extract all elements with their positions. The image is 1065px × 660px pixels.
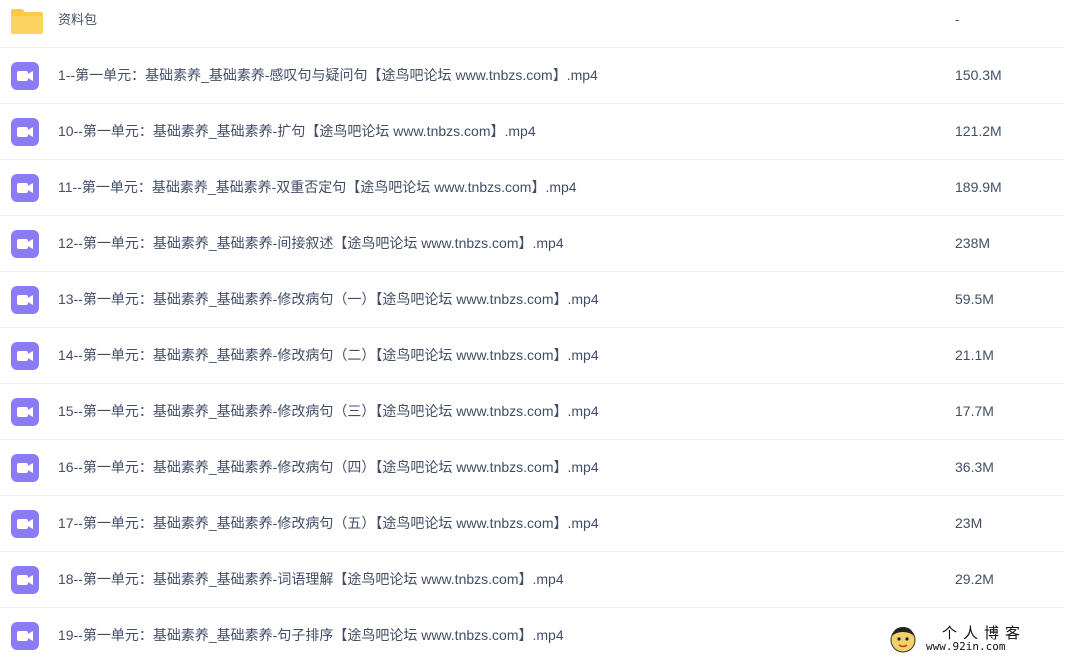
watermark-url: www.92in.com [926, 640, 1006, 653]
file-row[interactable]: 18--第一单元：基础素养_基础素养-词语理解【途鸟吧论坛 www.tnbzs.… [0, 552, 1065, 608]
file-row[interactable]: 16--第一单元：基础素养_基础素养-修改病句（四）【途鸟吧论坛 www.tnb… [0, 440, 1065, 496]
file-size: 59.5M [955, 291, 994, 307]
file-name: 1--第一单元：基础素养_基础素养-感叹句与疑问句【途鸟吧论坛 www.tnbz… [58, 67, 598, 83]
video-file-icon [11, 286, 39, 314]
file-row[interactable]: 11--第一单元：基础素养_基础素养-双重否定句【途鸟吧论坛 www.tnbzs… [0, 160, 1065, 216]
video-file-icon [11, 118, 39, 146]
file-row[interactable]: 1--第一单元：基础素养_基础素养-感叹句与疑问句【途鸟吧论坛 www.tnbz… [0, 48, 1065, 104]
video-file-icon [11, 62, 39, 90]
video-file-icon [11, 398, 39, 426]
file-name: 11--第一单元：基础素养_基础素养-双重否定句【途鸟吧论坛 www.tnbzs… [58, 179, 577, 195]
video-file-icon [11, 342, 39, 370]
file-row[interactable]: 15--第一单元：基础素养_基础素养-修改病句（三）【途鸟吧论坛 www.tnb… [0, 384, 1065, 440]
folder-row[interactable]: 资料包 - [0, 0, 1065, 48]
watermark: 个人博客 www.92in.com [888, 622, 1058, 656]
video-file-icon [11, 230, 39, 258]
file-name: 12--第一单元：基础素养_基础素养-间接叙述【途鸟吧论坛 www.tnbzs.… [58, 235, 564, 251]
file-size: 17.7M [955, 403, 994, 419]
file-name: 17--第一单元：基础素养_基础素养-修改病句（五）【途鸟吧论坛 www.tnb… [58, 515, 599, 531]
video-file-icon [11, 566, 39, 594]
video-file-icon [11, 454, 39, 482]
file-list: 资料包 - 1--第一单元：基础素养_基础素养-感叹句与疑问句【途鸟吧论坛 ww… [0, 0, 1065, 660]
file-size: 21.1M [955, 347, 994, 363]
file-name: 14--第一单元：基础素养_基础素养-修改病句（二）【途鸟吧论坛 www.tnb… [58, 347, 599, 363]
file-row[interactable]: 14--第一单元：基础素养_基础素养-修改病句（二）【途鸟吧论坛 www.tnb… [0, 328, 1065, 384]
video-file-icon [11, 622, 39, 650]
folder-icon [11, 9, 43, 34]
file-name: 16--第一单元：基础素养_基础素养-修改病句（四）【途鸟吧论坛 www.tnb… [58, 459, 599, 475]
file-size: 36.3M [955, 459, 994, 475]
file-size: 189.9M [955, 179, 1002, 195]
file-size: - [955, 12, 960, 27]
file-name: 13--第一单元：基础素养_基础素养-修改病句（一）【途鸟吧论坛 www.tnb… [58, 291, 599, 307]
video-file-icon [11, 174, 39, 202]
file-size: 29.2M [955, 571, 994, 587]
file-size: 238M [955, 235, 991, 251]
blog-logo-icon [890, 627, 916, 653]
file-name: 18--第一单元：基础素养_基础素养-词语理解【途鸟吧论坛 www.tnbzs.… [58, 571, 564, 587]
file-name: 10--第一单元：基础素养_基础素养-扩句【途鸟吧论坛 www.tnbzs.co… [58, 123, 536, 139]
file-name: 19--第一单元：基础素养_基础素养-句子排序【途鸟吧论坛 www.tnbzs.… [58, 627, 564, 643]
file-row[interactable]: 12--第一单元：基础素养_基础素养-间接叙述【途鸟吧论坛 www.tnbzs.… [0, 216, 1065, 272]
file-row[interactable]: 10--第一单元：基础素养_基础素养-扩句【途鸟吧论坛 www.tnbzs.co… [0, 104, 1065, 160]
file-row[interactable]: 17--第一单元：基础素养_基础素养-修改病句（五）【途鸟吧论坛 www.tnb… [0, 496, 1065, 552]
video-file-icon [11, 510, 39, 538]
file-size: 121.2M [955, 123, 1002, 139]
file-row[interactable]: 13--第一单元：基础素养_基础素养-修改病句（一）【途鸟吧论坛 www.tnb… [0, 272, 1065, 328]
file-size: 150.3M [955, 67, 1002, 83]
file-name: 资料包 [58, 12, 98, 27]
file-size: 23M [955, 515, 983, 531]
file-name: 15--第一单元：基础素养_基础素养-修改病句（三）【途鸟吧论坛 www.tnb… [58, 403, 599, 419]
